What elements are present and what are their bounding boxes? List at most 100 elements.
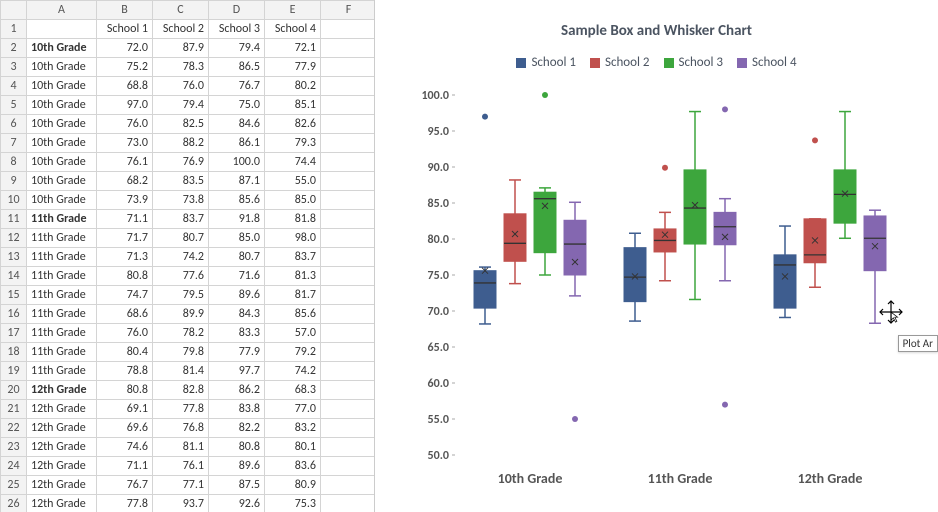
cell[interactable]: 11th Grade bbox=[27, 248, 97, 267]
row-header[interactable]: 3 bbox=[1, 58, 27, 77]
data-grid[interactable]: ABCDEF 1School 1School 2School 3School 4… bbox=[0, 0, 375, 512]
cell[interactable] bbox=[321, 96, 376, 115]
cell[interactable]: 89.6 bbox=[209, 457, 265, 476]
cell[interactable]: 11th Grade bbox=[27, 229, 97, 248]
cell[interactable] bbox=[27, 20, 97, 39]
cell[interactable]: 74.6 bbox=[97, 438, 153, 457]
cell[interactable]: 82.5 bbox=[153, 115, 209, 134]
cell[interactable]: 10th Grade bbox=[27, 77, 97, 96]
cell[interactable]: 71.7 bbox=[97, 229, 153, 248]
row-header[interactable]: 10 bbox=[1, 191, 27, 210]
cell[interactable]: 93.7 bbox=[153, 495, 209, 512]
column-header[interactable] bbox=[1, 1, 27, 20]
row-header[interactable]: 9 bbox=[1, 172, 27, 191]
cell[interactable]: 91.8 bbox=[209, 210, 265, 229]
cell[interactable]: 11th Grade bbox=[27, 343, 97, 362]
cell[interactable]: 80.7 bbox=[153, 229, 209, 248]
cell[interactable] bbox=[321, 381, 376, 400]
cell[interactable]: 76.0 bbox=[97, 324, 153, 343]
cell[interactable]: 11th Grade bbox=[27, 305, 97, 324]
cell[interactable]: 80.1 bbox=[265, 438, 321, 457]
cell[interactable]: 12th Grade bbox=[27, 495, 97, 512]
cell[interactable]: 79.5 bbox=[153, 286, 209, 305]
cell[interactable]: 77.9 bbox=[265, 58, 321, 77]
cell[interactable]: 75.2 bbox=[97, 58, 153, 77]
cell[interactable]: 68.6 bbox=[97, 305, 153, 324]
cell[interactable]: 10th Grade bbox=[27, 39, 97, 58]
cell[interactable] bbox=[321, 362, 376, 381]
cell[interactable]: 80.2 bbox=[265, 77, 321, 96]
cell[interactable]: 81.8 bbox=[265, 210, 321, 229]
cell[interactable]: 85.0 bbox=[265, 191, 321, 210]
cell[interactable]: 83.7 bbox=[153, 210, 209, 229]
cell[interactable]: 12th Grade bbox=[27, 419, 97, 438]
cell[interactable]: 71.1 bbox=[97, 457, 153, 476]
cell[interactable]: 73.8 bbox=[153, 191, 209, 210]
cell[interactable]: 81.1 bbox=[153, 438, 209, 457]
row-header[interactable]: 16 bbox=[1, 305, 27, 324]
cell[interactable]: 11th Grade bbox=[27, 324, 97, 343]
cell[interactable]: 87.9 bbox=[153, 39, 209, 58]
cell[interactable]: 78.2 bbox=[153, 324, 209, 343]
cell[interactable] bbox=[321, 343, 376, 362]
row-header[interactable]: 18 bbox=[1, 343, 27, 362]
cell[interactable]: 77.1 bbox=[153, 476, 209, 495]
cell[interactable]: 71.6 bbox=[209, 267, 265, 286]
cell[interactable]: 87.1 bbox=[209, 172, 265, 191]
cell[interactable]: 84.6 bbox=[209, 115, 265, 134]
cell[interactable]: 11th Grade bbox=[27, 286, 97, 305]
cell[interactable] bbox=[321, 457, 376, 476]
cell[interactable] bbox=[321, 77, 376, 96]
cell[interactable]: 81.7 bbox=[265, 286, 321, 305]
cell[interactable] bbox=[321, 495, 376, 512]
cell[interactable]: 69.6 bbox=[97, 419, 153, 438]
cell[interactable]: 77.8 bbox=[153, 400, 209, 419]
row-header[interactable]: 5 bbox=[1, 96, 27, 115]
cell[interactable] bbox=[321, 286, 376, 305]
cell[interactable]: 77.6 bbox=[153, 267, 209, 286]
row-header[interactable]: 1 bbox=[1, 20, 27, 39]
cell[interactable]: 74.2 bbox=[265, 362, 321, 381]
cell[interactable]: School 4 bbox=[265, 20, 321, 39]
row-header[interactable]: 6 bbox=[1, 115, 27, 134]
cell[interactable]: 92.6 bbox=[209, 495, 265, 512]
row-header[interactable]: 2 bbox=[1, 39, 27, 58]
cell[interactable]: 74.2 bbox=[153, 248, 209, 267]
cell[interactable]: 12th Grade bbox=[27, 476, 97, 495]
cell[interactable]: 74.4 bbox=[265, 153, 321, 172]
cell[interactable]: 86.1 bbox=[209, 134, 265, 153]
cell[interactable]: 79.4 bbox=[209, 39, 265, 58]
cell[interactable]: 83.3 bbox=[209, 324, 265, 343]
cell[interactable]: 83.2 bbox=[265, 419, 321, 438]
cell[interactable]: School 1 bbox=[97, 20, 153, 39]
cell[interactable]: 84.3 bbox=[209, 305, 265, 324]
cell[interactable]: 12th Grade bbox=[27, 400, 97, 419]
cell[interactable] bbox=[321, 305, 376, 324]
cell[interactable]: 73.9 bbox=[97, 191, 153, 210]
row-header[interactable]: 17 bbox=[1, 324, 27, 343]
cell[interactable]: 11th Grade bbox=[27, 267, 97, 286]
cell[interactable]: 76.7 bbox=[97, 476, 153, 495]
cell[interactable]: 97.0 bbox=[97, 96, 153, 115]
cell[interactable]: 75.3 bbox=[265, 495, 321, 512]
cell[interactable] bbox=[321, 39, 376, 58]
cell[interactable]: 12th Grade bbox=[27, 457, 97, 476]
cell[interactable] bbox=[321, 324, 376, 343]
cell[interactable]: 79.3 bbox=[265, 134, 321, 153]
cell[interactable] bbox=[321, 58, 376, 77]
cell[interactable]: 11th Grade bbox=[27, 210, 97, 229]
row-header[interactable]: 8 bbox=[1, 153, 27, 172]
cell[interactable]: 68.2 bbox=[97, 172, 153, 191]
cell[interactable] bbox=[321, 476, 376, 495]
row-header[interactable]: 23 bbox=[1, 438, 27, 457]
cell[interactable]: 80.9 bbox=[265, 476, 321, 495]
cell[interactable]: 73.0 bbox=[97, 134, 153, 153]
spreadsheet-panel[interactable]: ABCDEF 1School 1School 2School 3School 4… bbox=[0, 0, 375, 512]
cell[interactable]: 71.3 bbox=[97, 248, 153, 267]
cell[interactable] bbox=[321, 419, 376, 438]
cell[interactable]: 69.1 bbox=[97, 400, 153, 419]
cell[interactable]: 76.1 bbox=[97, 153, 153, 172]
cell[interactable]: 83.7 bbox=[265, 248, 321, 267]
cell[interactable]: 85.6 bbox=[209, 191, 265, 210]
column-header[interactable]: D bbox=[209, 1, 265, 20]
